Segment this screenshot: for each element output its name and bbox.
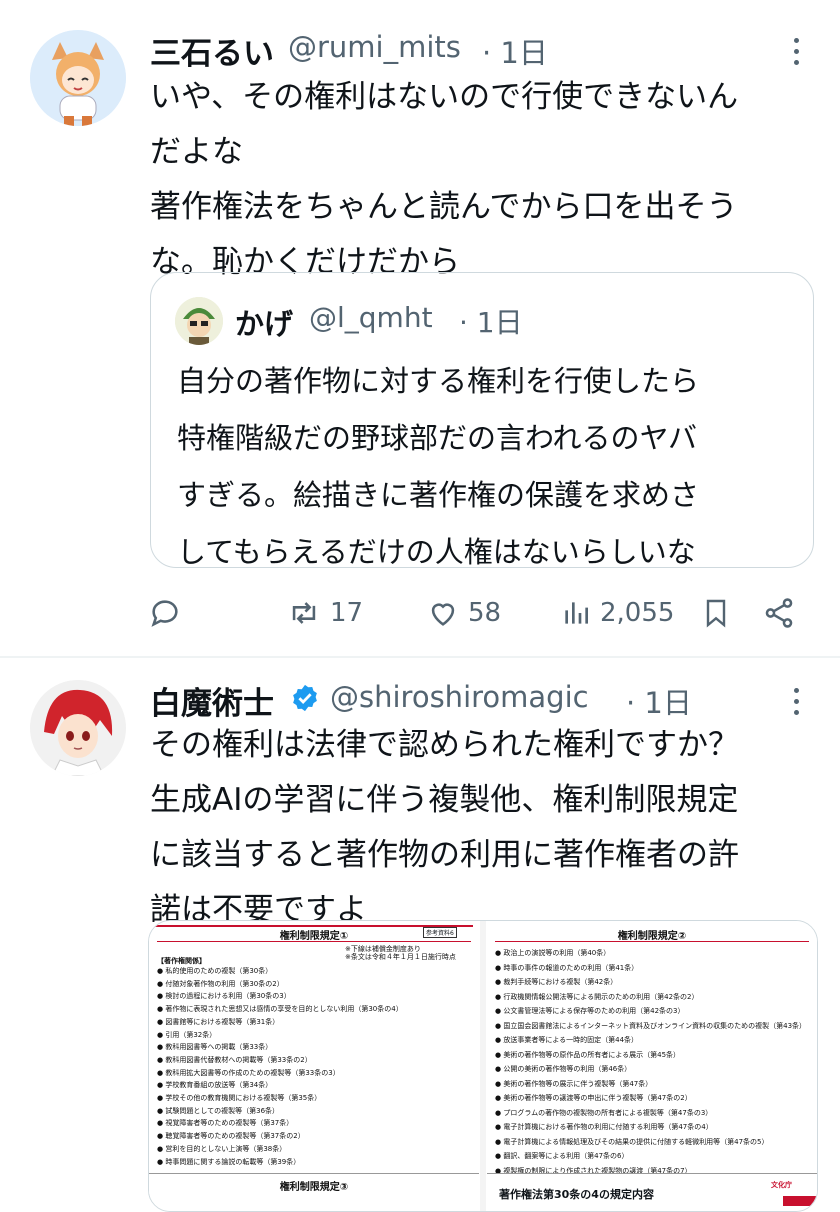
- tweet1-author-name[interactable]: 三石るい: [150, 28, 274, 73]
- views-button[interactable]: 2,055: [560, 596, 674, 630]
- slide-list-item: ● 行政機関情報公開法等による開示のための利用（第42条の2）: [495, 992, 699, 1001]
- slide-bottom-left-title: 権利制限規定③: [279, 1182, 349, 1193]
- avatar-kage: [175, 297, 223, 345]
- slide-list-item: ● 教科用拡大図書等の作成のための複製等（第33条の3）: [157, 1068, 340, 1077]
- tweet2-author-handle[interactable]: @shiroshiromagic: [330, 680, 589, 714]
- avatar-illustration-icon: [175, 297, 223, 345]
- slide-left-title-underline: [157, 941, 471, 942]
- slide-list-item: ● 公開の美術の著作物等の利用（第46条）: [495, 1065, 632, 1073]
- slide-right: 権利制限規定② ● 政治上の演説等の利用（第40条） ● 時事の事件の報道のための…: [487, 921, 817, 1201]
- bookmark-button[interactable]: [700, 596, 732, 630]
- tweet2-author-name[interactable]: 白魔術士: [150, 678, 274, 723]
- slide-list-item: ● 放送事業者等による一時的固定（第44条）: [495, 1036, 639, 1044]
- slide-list-item: ● 時事問題に関する論説の転載等（第39条）: [157, 1157, 301, 1166]
- tweet1-text: いや、その権利はないので行使できないん だよな 著作権法をちゃんと読んでから口を…: [150, 70, 820, 290]
- slide-list-item: ● 裁判手続等における複製（第42条）: [495, 978, 618, 986]
- slide-bottom-right-red-bar: [783, 1196, 817, 1206]
- avatar-illustration-icon: [30, 680, 126, 776]
- tweet2-text-line: に該当すると著作物の利用に著作権者の許: [150, 837, 739, 873]
- slide-list-item: ● 著作物に表現された思想又は感情の享受を目的としない利用（第30条の4）: [157, 1005, 403, 1014]
- quote-text-line: 自分の著作物に対する権利を行使したら: [177, 364, 700, 398]
- tweet1-author-handle[interactable]: @rumi_mits: [288, 30, 461, 64]
- slide-list-item: ● 国立国会図書館法によるインターネット資料及びオンライン資料の収集のための複製…: [495, 1021, 807, 1030]
- share-icon: [765, 598, 793, 628]
- quote-timestamp: · 1日: [459, 306, 523, 339]
- quote-text-line: してもらえるだけの人権はないらしいな: [177, 535, 696, 569]
- quoted-tweet-card[interactable]: かげ @l_qmht · 1日 自分の著作物に対する権利を行使したら 特権階級だ…: [150, 272, 814, 569]
- slide-left-heading: 【著作権関係】: [157, 957, 206, 965]
- quote-text: 自分の著作物に対する権利を行使したら 特権階級だの野球部だの言われるのヤバ すぎ…: [177, 353, 807, 581]
- slide-list-item: ● 時事の事件の報道のための利用（第41条）: [495, 963, 639, 972]
- avatar-illustration-icon: [30, 30, 126, 126]
- slide-list-item: ● 視覚障害者等のための複製等（第37条）: [157, 1119, 294, 1128]
- slide-left-badge: 参考資料6: [423, 927, 457, 938]
- slide-list-item: ● 付随対象著作物の利用（第30条の2）: [157, 979, 284, 988]
- slide-list-item: ● 公文書管理法等による保存等のための利用（第42条の3）: [495, 1007, 685, 1015]
- slide-list-item: ● 教科用図書等への掲載（第33条）: [157, 1043, 273, 1052]
- quote-author-name: かげ: [235, 307, 294, 341]
- tweet2-attached-image[interactable]: 権利制限規定① 参考資料6 ※下線は補償金制度あり ※条文は令和４年１月１日施行…: [148, 920, 818, 1212]
- tweet1-more-icon[interactable]: [792, 38, 800, 65]
- slide-right-title: 権利制限規定②: [617, 931, 687, 942]
- like-button[interactable]: 58: [426, 596, 501, 630]
- avatar-shiroshiro[interactable]: [30, 680, 126, 776]
- slide-list-item: ● 引用（第32条）: [157, 1030, 217, 1039]
- slide-list-item: ● 営利を目的としない上演等（第38条）: [157, 1144, 287, 1153]
- slide-list-item: ● プログラムの著作物の複製物の所有者による複製等（第47条の3）: [495, 1108, 713, 1117]
- tweet2-text: その権利は法律で認められた権利ですか？ 生成AIの学習に伴う複製他、権利制限規定…: [150, 718, 830, 938]
- share-button[interactable]: [762, 596, 796, 630]
- reply-icon: [151, 600, 178, 627]
- retweet-count: 17: [330, 598, 364, 628]
- slide-list-item: ● 私的使用のための複製（第30条）: [157, 967, 273, 975]
- slide-right-title-underline: [495, 941, 809, 942]
- views-chart-icon: [565, 602, 588, 624]
- slide-list-item: ● 電子計算機における著作物の利用に付随する利用等（第47条の4）: [495, 1123, 713, 1131]
- slide-list-item: ● 検討の過程における利用（第30条の3）: [157, 992, 291, 1001]
- reply-button[interactable]: [148, 596, 182, 630]
- slide-list-item: ● 政治上の演説等の利用（第40条）: [495, 949, 611, 957]
- slide-list-item: ● 聴覚障害者等のための複製等（第37条の2）: [157, 1132, 305, 1141]
- tweet1-timestamp[interactable]: · 1日: [482, 30, 548, 72]
- like-count: 58: [468, 598, 502, 628]
- retweet-button[interactable]: 17: [286, 596, 363, 630]
- slide-list-item: ● 学校教育番組の放送等（第34条）: [157, 1081, 273, 1090]
- retweet-icon: [292, 602, 316, 624]
- tweet1-text-line: 著作権法をちゃんと読んでから口を出そう: [150, 189, 738, 225]
- slide-separator: [480, 921, 486, 1211]
- tweet1-text-line: いや、その権利はないので行使できないん: [150, 79, 739, 115]
- tweet2-more-icon[interactable]: [792, 688, 800, 715]
- slide-left-note: ※下線は補償金制度あり: [345, 945, 421, 953]
- slide-list-item: ● 翻訳、翻案等による利用（第47条の6）: [495, 1152, 629, 1160]
- slide-list-item: ● 教科用図書代替教材への掲載等（第33条の2）: [157, 1055, 312, 1064]
- tweet2-text-line: 生成AIの学習に伴う複製他、権利制限規定: [150, 782, 739, 818]
- bookmark-icon: [706, 599, 726, 628]
- tweet-divider: [0, 656, 840, 658]
- slide-list-item: ● 美術の著作物等の原作品の所有者による展示（第45条）: [495, 1050, 681, 1059]
- tweet2-timestamp[interactable]: · 1日: [626, 680, 692, 722]
- slide-list-item: ● 試験問題としての複製等（第36条）: [157, 1106, 280, 1115]
- slide-left: 権利制限規定① 参考資料6 ※下線は補償金制度あり ※条文は令和４年１月１日施行…: [149, 921, 479, 1201]
- agency-logo: 文化庁: [771, 1181, 792, 1189]
- heart-icon: [431, 603, 455, 626]
- slide-bottom-right: 著作権法第30条の4の規定内容 文化庁: [487, 1173, 817, 1211]
- tweet2-text-line: その権利は法律で認められた権利ですか？: [150, 727, 739, 763]
- quote-text-line: 特権階級だの野球部だの言われるのヤバ: [177, 421, 697, 455]
- slide-list-item: ● 電子計算機による情報処理及びその結果の提供に付随する軽微利用等（第47条の5…: [495, 1137, 769, 1146]
- slide-list-item: ● 学校その他の教育機関における複製等（第35条）: [157, 1094, 322, 1102]
- verified-badge-icon: [293, 684, 317, 712]
- views-count: 2,055: [600, 598, 675, 628]
- quote-text-line: すぎる。絵描きに著作権の保護を求めさ: [177, 478, 700, 512]
- slide-list-item: ● 美術の著作物等の展示に伴う複製等（第47条）: [495, 1079, 653, 1088]
- tweet1-text-line: だよな: [150, 134, 243, 170]
- slide-left-note: ※条文は令和４年１月１日施行時点: [345, 953, 456, 961]
- slide-list-item: ● 美術の著作物等の譲渡等の申出に伴う複製等（第47条の2）: [495, 1094, 692, 1102]
- quote-author-handle: @l_qmht: [309, 301, 433, 334]
- slide-bottom-left: 権利制限規定③: [149, 1173, 479, 1211]
- slide-list-item: ● 図書館等における複製等（第31条）: [157, 1017, 280, 1026]
- avatar-rumi[interactable]: [30, 30, 126, 126]
